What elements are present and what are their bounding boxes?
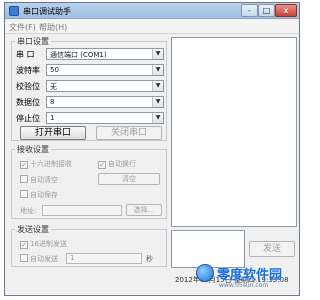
address-input[interactable] (42, 205, 122, 216)
app-icon (9, 6, 19, 16)
auto-save-checkbox[interactable]: 自动保存 (20, 190, 58, 200)
checkmark-icon: ✓ (20, 161, 28, 169)
checkmark-icon: ✓ (98, 161, 106, 169)
stop-bits-value: 1 (50, 114, 55, 122)
parity-value: 无 (50, 83, 57, 91)
address-label: 地址: (20, 207, 37, 215)
hex-send-label: 16进制发送 (30, 240, 67, 248)
chevron-down-icon: ▼ (152, 49, 163, 59)
auto-save-label: 自动保存 (30, 191, 58, 199)
parity-label: 校验位 (16, 82, 40, 91)
baud-value: 50 (50, 66, 59, 74)
serial-settings-title: 串口设置 (15, 36, 51, 47)
auto-send-checkbox[interactable]: 自动发送 (20, 254, 58, 264)
menu-file[interactable]: 文件(F) (9, 22, 36, 33)
receive-textarea[interactable] (171, 37, 297, 227)
checkbox-empty-icon (20, 190, 28, 198)
data-bits-label: 数据位 (16, 98, 40, 107)
auto-newline-label: 自动换行 (108, 160, 136, 168)
port-label: 串 口 (16, 50, 35, 59)
maximize-button[interactable]: □ (258, 4, 275, 17)
menu-bar: 文件(F) 帮助(H) (5, 20, 299, 34)
stop-bits-label: 停止位 (16, 114, 40, 123)
baud-label: 波特率 (16, 66, 40, 75)
close-button[interactable]: x (275, 4, 297, 17)
send-button[interactable]: 发送 (249, 241, 295, 257)
clear-button[interactable]: 清空 (98, 173, 160, 185)
auto-clear-label: 自动清空 (30, 176, 58, 184)
data-bits-value: 8 (50, 98, 55, 106)
stop-bits-select[interactable]: 1 ▼ (46, 112, 164, 124)
serial-settings-group: 串口设置 串 口 通信端口 (COM1) ▼ 波特率 50 ▼ 校验位 无 ▼ … (11, 36, 167, 141)
title-bar: 串口调试助手 - □ x (5, 3, 299, 19)
open-port-button[interactable]: 打开串口 (20, 126, 86, 140)
checkbox-empty-icon (20, 175, 28, 183)
checkmark-icon: ✓ (20, 241, 28, 249)
hex-receive-label: 十六进制接收 (30, 160, 72, 168)
baud-select[interactable]: 50 ▼ (46, 64, 164, 76)
parity-select[interactable]: 无 ▼ (46, 80, 164, 92)
port-value: 通信端口 (COM1) (50, 51, 107, 59)
chevron-down-icon: ▼ (152, 97, 163, 107)
send-interval-unit: 秒 (146, 255, 153, 263)
auto-newline-checkbox[interactable]: ✓ 自动换行 (98, 159, 136, 169)
hex-receive-checkbox[interactable]: ✓ 十六进制接收 (20, 159, 72, 169)
send-settings-title: 发送设置 (15, 224, 51, 235)
app-window: 串口调试助手 - □ x 文件(F) 帮助(H) 串口设置 串 口 通信端口 (… (4, 2, 300, 296)
chevron-down-icon: ▼ (152, 81, 163, 91)
watermark-brand: 零度软件园 (217, 268, 283, 283)
browse-button[interactable]: 选择... (126, 204, 162, 216)
send-settings-group: 发送设置 ✓ 16进制发送 自动发送 1 秒 (11, 224, 167, 267)
data-bits-select[interactable]: 8 ▼ (46, 96, 164, 108)
watermark: 零度软件园 www.05sun.com (196, 262, 300, 298)
watermark-logo-icon (196, 264, 214, 282)
auto-send-label: 自动发送 (30, 255, 58, 263)
port-select[interactable]: 通信端口 (COM1) ▼ (46, 48, 164, 60)
minimize-button[interactable]: - (241, 4, 258, 17)
checkbox-empty-icon (20, 254, 28, 262)
auto-clear-checkbox[interactable]: 自动清空 (20, 175, 58, 185)
chevron-down-icon: ▼ (152, 113, 163, 123)
receive-settings-group: 接收设置 ✓ 十六进制接收 ✓ 自动换行 自动清空 清空 自动保存 地址: 选择..… (11, 144, 167, 219)
close-port-button[interactable]: 关闭串口 (96, 126, 162, 140)
menu-help[interactable]: 帮助(H) (39, 22, 67, 33)
watermark-url: www.05sun.com (219, 282, 269, 289)
chevron-down-icon: ▼ (152, 65, 163, 75)
window-title: 串口调试助手 (23, 7, 71, 16)
hex-send-checkbox[interactable]: ✓ 16进制发送 (20, 239, 67, 249)
send-interval-input[interactable]: 1 (66, 253, 142, 264)
receive-settings-title: 接收设置 (15, 144, 51, 155)
